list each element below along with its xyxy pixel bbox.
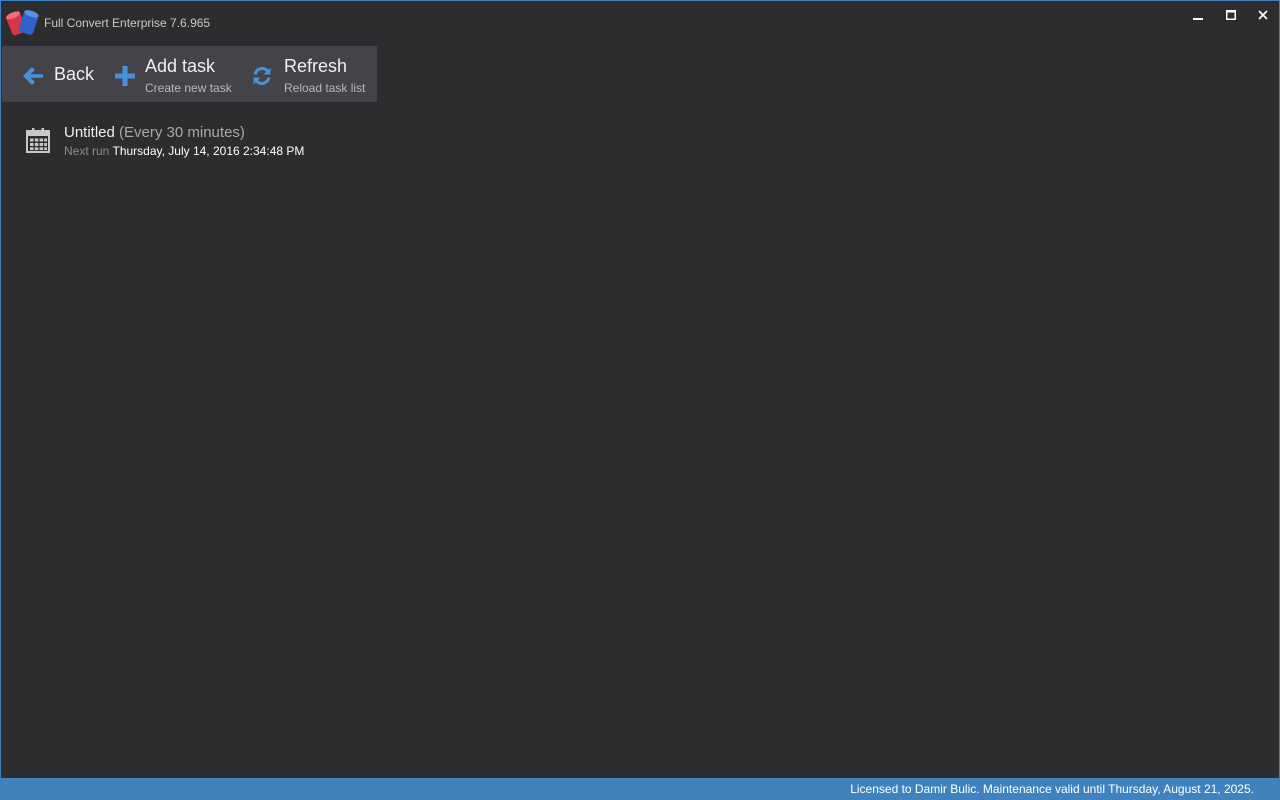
calendar-icon <box>26 128 50 153</box>
task-name: Untitled <box>64 124 115 141</box>
add-task-sublabel: Create new task <box>145 81 232 95</box>
arrow-left-icon <box>23 67 43 85</box>
plus-icon <box>115 66 135 86</box>
refresh-label: Refresh <box>284 56 348 76</box>
task-title: Untitled (Every 30 minutes) <box>64 124 245 141</box>
task-next-run: Next run Thursday, July 14, 2016 2:34:48… <box>64 144 304 158</box>
close-icon <box>1258 10 1268 20</box>
maximize-button[interactable] <box>1215 1 1247 29</box>
task-schedule: (Every 30 minutes) <box>119 124 245 141</box>
close-button[interactable] <box>1247 1 1279 29</box>
maximize-icon <box>1226 10 1236 20</box>
back-button[interactable]: Back <box>2 46 100 102</box>
minimize-button[interactable] <box>1182 1 1214 29</box>
title-bar[interactable]: Full Convert Enterprise 7.6.965 <box>1 1 1279 45</box>
window-title: Full Convert Enterprise 7.6.965 <box>44 16 211 30</box>
license-status: Licensed to Damir Bulic. Maintenance val… <box>850 782 1254 796</box>
toolbar: Back Add task Create new task Refresh Re… <box>2 46 377 102</box>
add-task-button[interactable]: Add task Create new task <box>106 46 236 102</box>
add-task-label: Add task <box>145 56 216 76</box>
refresh-icon <box>253 66 271 86</box>
next-run-value: Thursday, July 14, 2016 2:34:48 PM <box>112 144 305 158</box>
app-logo-icon <box>6 10 39 36</box>
refresh-button[interactable]: Refresh Reload task list <box>242 46 376 102</box>
minimize-icon <box>1193 18 1203 20</box>
status-bar: Licensed to Damir Bulic. Maintenance val… <box>1 778 1279 800</box>
back-label: Back <box>54 64 95 84</box>
next-run-label: Next run <box>64 144 110 158</box>
task-item[interactable]: Untitled (Every 30 minutes) Next run Thu… <box>2 113 402 165</box>
refresh-sublabel: Reload task list <box>284 81 366 95</box>
app-window: Full Convert Enterprise 7.6.965 Back Add… <box>0 0 1280 800</box>
